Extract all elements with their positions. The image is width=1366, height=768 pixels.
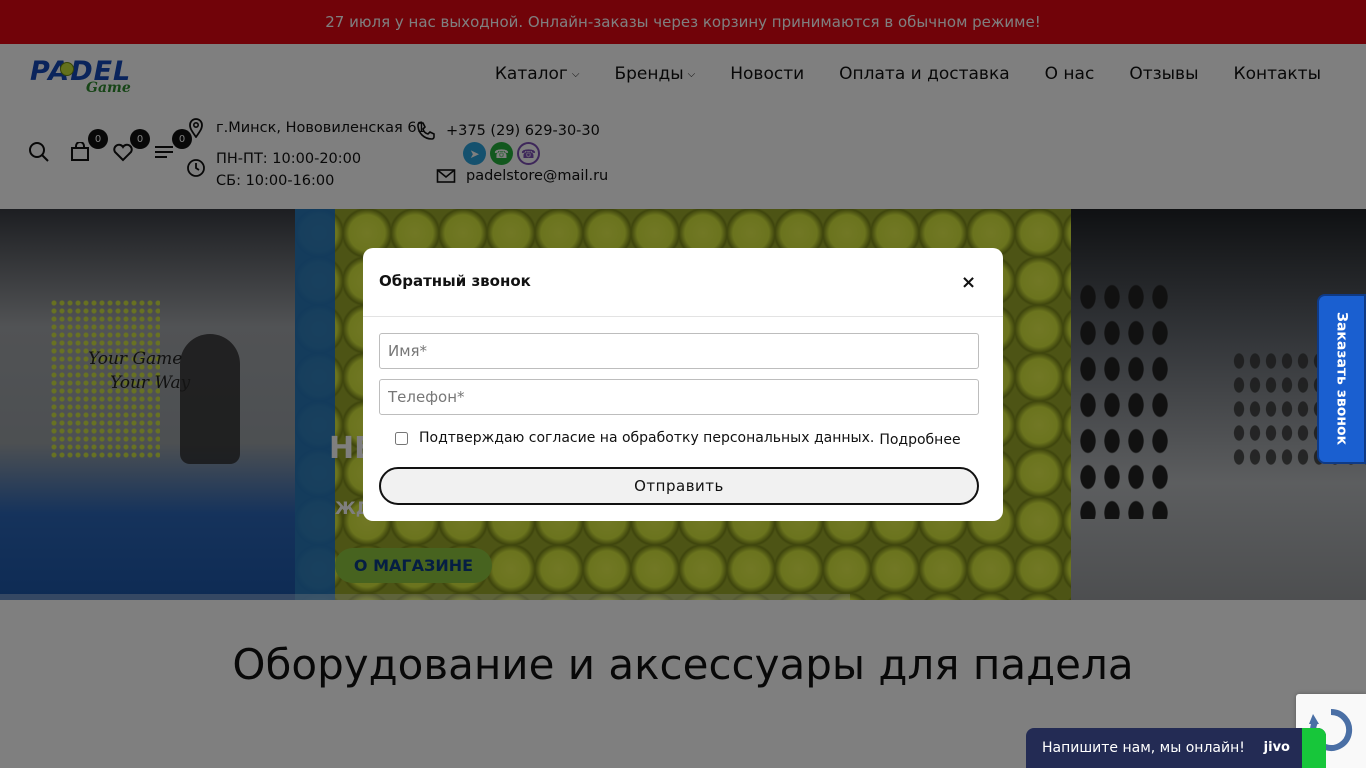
phone-input[interactable] bbox=[379, 379, 979, 415]
close-icon[interactable]: × bbox=[961, 272, 976, 293]
callback-modal: Обратный звонок × Подтверждаю согласие н… bbox=[363, 248, 1003, 521]
submit-button[interactable]: Отправить bbox=[379, 467, 979, 505]
chat-label: Напишите нам, мы онлайн! bbox=[1042, 740, 1245, 756]
chat-widget[interactable]: Напишите нам, мы онлайн! jivo bbox=[1026, 728, 1326, 768]
consent-row: Подтверждаю согласие на обработку персон… bbox=[395, 428, 961, 448]
order-call-tab[interactable]: Заказать звонок bbox=[1317, 294, 1366, 464]
consent-text: Подтверждаю согласие на обработку персон… bbox=[419, 430, 875, 446]
modal-divider bbox=[363, 316, 1003, 317]
order-call-tab-label: Заказать звонок bbox=[1333, 312, 1350, 446]
chat-brand: jivo bbox=[1263, 740, 1290, 755]
modal-title: Обратный звонок bbox=[379, 272, 531, 290]
consent-checkbox[interactable] bbox=[395, 431, 408, 445]
name-input[interactable] bbox=[379, 333, 979, 369]
online-indicator bbox=[1302, 728, 1326, 768]
consent-more-link[interactable]: Подробнее bbox=[879, 432, 960, 448]
